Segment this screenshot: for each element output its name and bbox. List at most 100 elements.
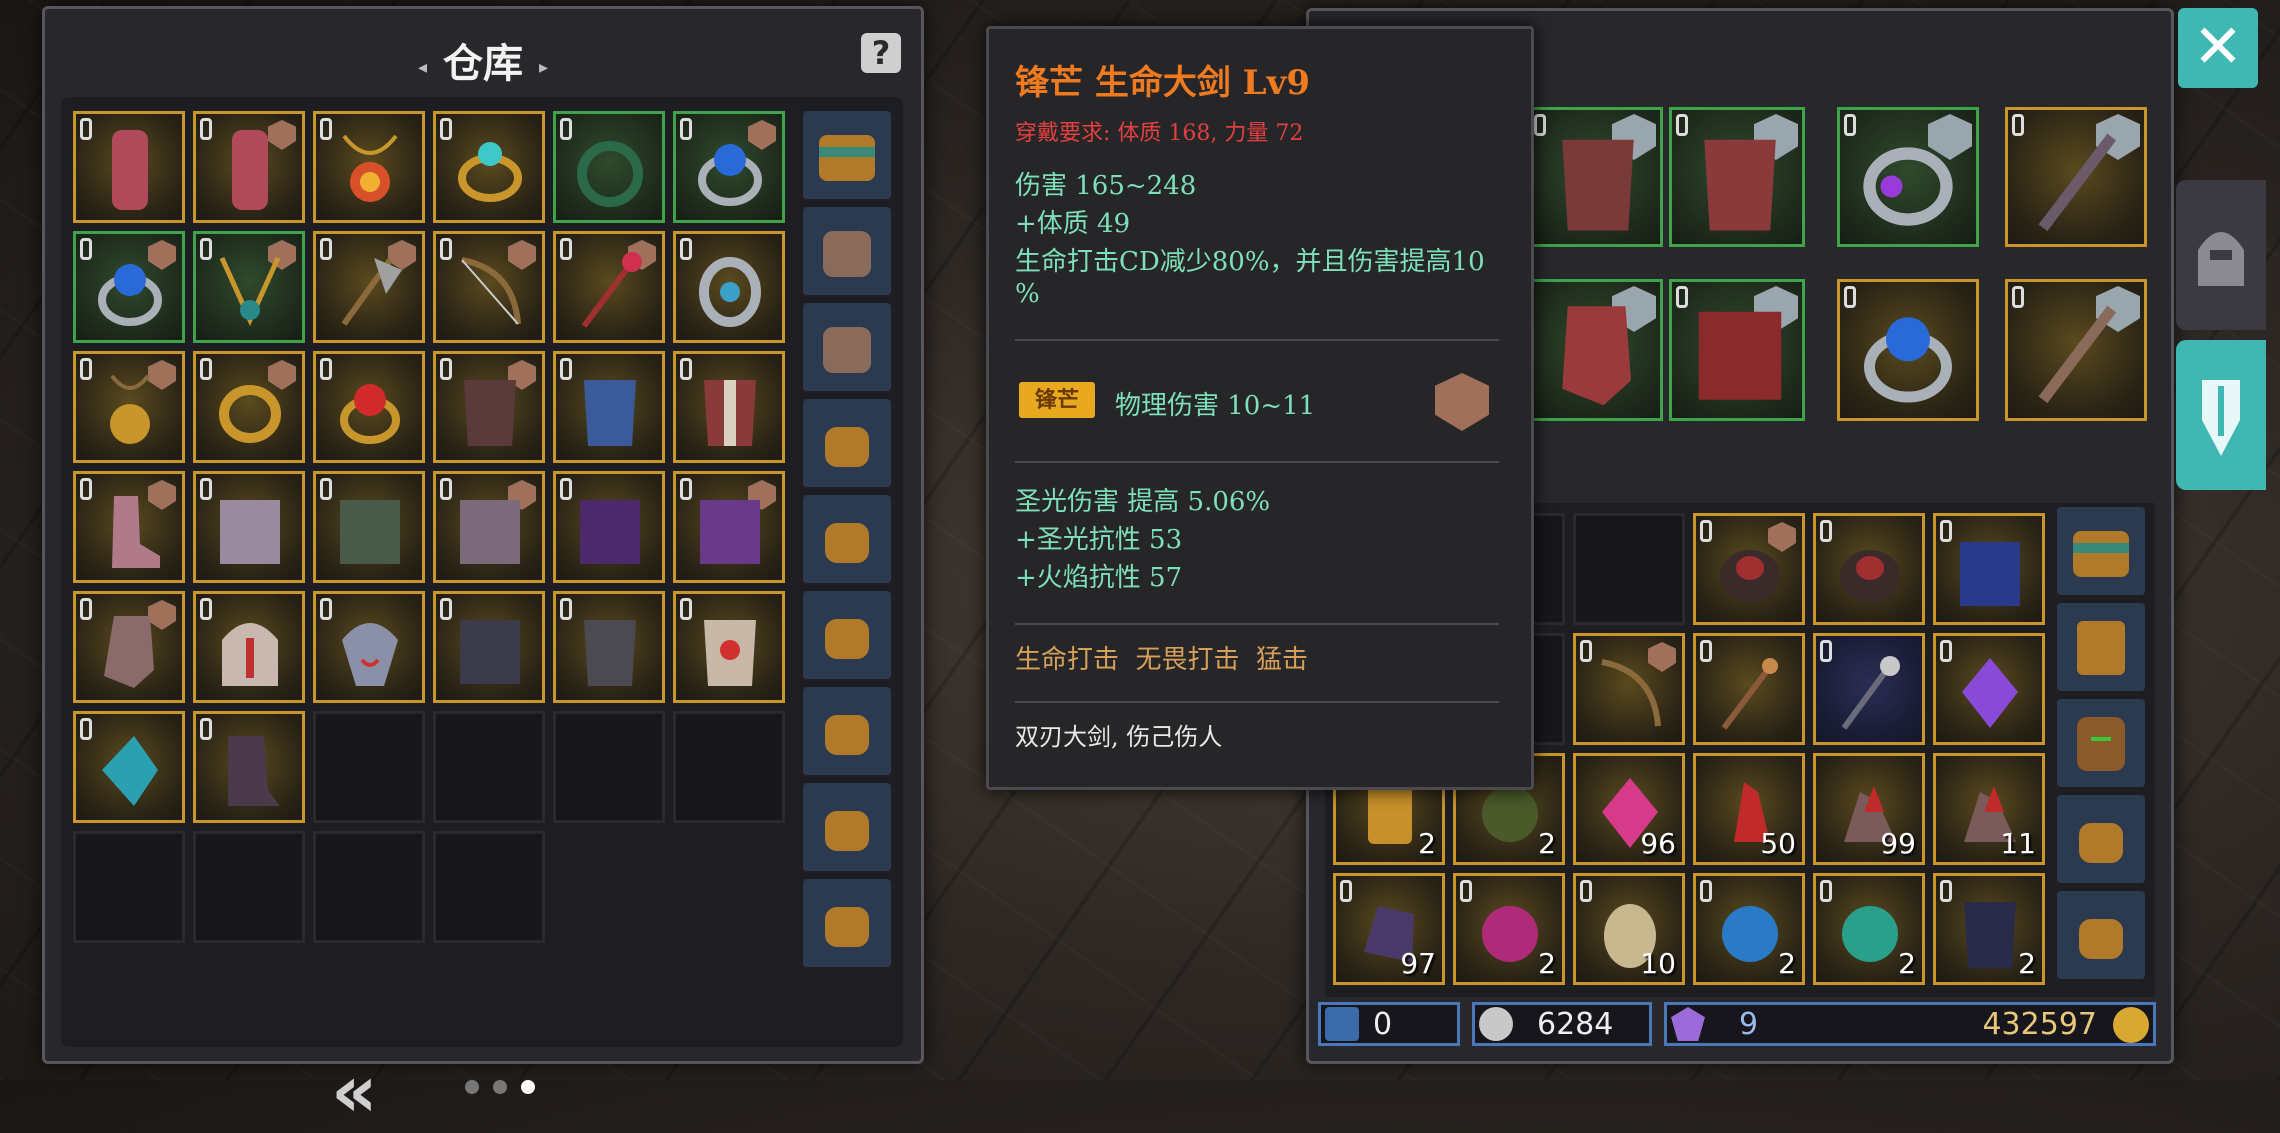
warehouse-tab-bag[interactable] (803, 783, 891, 871)
backpack-slot[interactable] (1813, 513, 1925, 625)
helmet-tab[interactable] (2176, 180, 2266, 330)
chevron-left-double-icon[interactable]: « (331, 1049, 378, 1133)
backpack-slot[interactable]: 2 (1693, 873, 1805, 985)
warehouse-slot[interactable] (673, 111, 785, 223)
bag-icon (825, 523, 869, 563)
warehouse-slot[interactable] (313, 111, 425, 223)
warehouse-slot[interactable] (193, 111, 305, 223)
warehouse-slot[interactable] (313, 471, 425, 583)
backpack-slot[interactable]: 99 (1813, 753, 1925, 865)
backpack-slot[interactable]: 2 (1453, 873, 1565, 985)
backpack-slot[interactable] (1573, 633, 1685, 745)
empty-slot[interactable] (553, 711, 665, 823)
backpack-slot[interactable]: 97 (1333, 873, 1445, 985)
backpack-slot[interactable] (1813, 633, 1925, 745)
empty-slot[interactable] (313, 711, 425, 823)
warehouse-tab-bag[interactable] (803, 687, 891, 775)
warehouse-slot[interactable] (193, 351, 305, 463)
equipped-slot[interactable] (1669, 279, 1805, 421)
warehouse-slot[interactable] (553, 351, 665, 463)
page-dot[interactable] (465, 1080, 479, 1094)
warehouse-slot[interactable] (73, 111, 185, 223)
warehouse-slot[interactable] (433, 351, 545, 463)
warehouse-slot[interactable] (433, 231, 545, 343)
warehouse-slot[interactable] (433, 591, 545, 703)
warehouse-tab-bag[interactable] (803, 879, 891, 967)
warehouse-slot[interactable] (553, 591, 665, 703)
item-count: 2 (1538, 947, 1556, 980)
bag-icon (2077, 621, 2125, 675)
warehouse-slot[interactable] (673, 471, 785, 583)
backpack-slot[interactable]: 2 (1933, 873, 2045, 985)
gloves-icon (104, 616, 154, 688)
warehouse-slot[interactable] (193, 591, 305, 703)
warehouse-slot[interactable] (553, 111, 665, 223)
warehouse-tab-bag[interactable] (803, 207, 891, 295)
backpack-tab-bag[interactable] (2057, 891, 2145, 979)
warehouse-slot[interactable] (313, 231, 425, 343)
page-dot-active[interactable] (521, 1080, 535, 1094)
equipped-slot[interactable] (1527, 107, 1663, 247)
warehouse-tab-bag[interactable] (803, 111, 891, 199)
armor-icon (584, 380, 636, 446)
warehouse-slot[interactable] (73, 591, 185, 703)
help-button[interactable]: ? (861, 33, 901, 73)
backpack-slot[interactable]: 96 (1573, 753, 1685, 865)
backpack-slot[interactable] (1693, 513, 1805, 625)
backpack-slot[interactable]: 11 (1933, 753, 2045, 865)
equipped-slot[interactable] (1837, 107, 1979, 247)
empty-slot[interactable] (433, 831, 545, 943)
warehouse-slot[interactable] (73, 711, 185, 823)
warehouse-slot[interactable] (193, 471, 305, 583)
warehouse-slot[interactable] (553, 471, 665, 583)
warehouse-slot[interactable] (73, 471, 185, 583)
empty-slot[interactable] (73, 831, 185, 943)
bag-icon (823, 231, 871, 277)
backpack-tab-bag[interactable] (2057, 507, 2145, 595)
lock-icon (1580, 880, 1592, 902)
backpack-slot[interactable] (1933, 513, 2045, 625)
warehouse-slot[interactable] (73, 231, 185, 343)
warehouse-tab-bag[interactable] (803, 399, 891, 487)
warehouse-slot[interactable] (433, 471, 545, 583)
warehouse-slot[interactable] (673, 351, 785, 463)
equipped-slot[interactable] (2005, 279, 2147, 421)
ring-icon (699, 257, 761, 327)
backpack-slot[interactable]: 50 (1693, 753, 1805, 865)
backpack-slot[interactable] (1933, 633, 2045, 745)
backpack-tab-bag[interactable] (2057, 603, 2145, 691)
warehouse-slot[interactable] (433, 111, 545, 223)
empty-slot[interactable] (193, 831, 305, 943)
backpack-tab-bag[interactable] (2057, 699, 2145, 787)
warehouse-slot[interactable] (193, 231, 305, 343)
close-icon[interactable]: ✕ (2178, 8, 2258, 88)
backpack-slot[interactable]: 10 (1573, 873, 1685, 985)
warehouse-tab-bag[interactable] (803, 495, 891, 583)
equipped-slot[interactable] (1837, 279, 1979, 421)
warehouse-tab-bag[interactable] (803, 591, 891, 679)
warehouse-slot[interactable] (193, 711, 305, 823)
backpack-tab-bag[interactable] (2057, 795, 2145, 883)
warehouse-slot[interactable] (673, 591, 785, 703)
equipped-slot[interactable] (2005, 107, 2147, 247)
staff-icon (581, 252, 642, 328)
equipped-slot[interactable] (1669, 107, 1805, 247)
backpack-slot[interactable]: 2 (1813, 873, 1925, 985)
warehouse-tab-bag[interactable] (803, 303, 891, 391)
warehouse-slot[interactable] (313, 591, 425, 703)
warehouse-slot[interactable] (553, 231, 665, 343)
page-dot[interactable] (493, 1080, 507, 1094)
backpack-slot[interactable] (1573, 513, 1685, 625)
equipped-slot[interactable] (1527, 279, 1663, 421)
item-name: 锋芒 生命大剑 Lv9 (1015, 63, 1310, 103)
empty-slot[interactable] (313, 831, 425, 943)
warehouse-slot[interactable] (673, 231, 785, 343)
weapon-tab[interactable] (2176, 340, 2266, 490)
empty-slot[interactable] (673, 711, 785, 823)
boots-icon (112, 130, 148, 210)
empty-slot[interactable] (433, 711, 545, 823)
backpack-slot[interactable] (1693, 633, 1805, 745)
warehouse-slot[interactable] (313, 351, 425, 463)
item-effect-cont: % (1015, 279, 1040, 309)
warehouse-slot[interactable] (73, 351, 185, 463)
